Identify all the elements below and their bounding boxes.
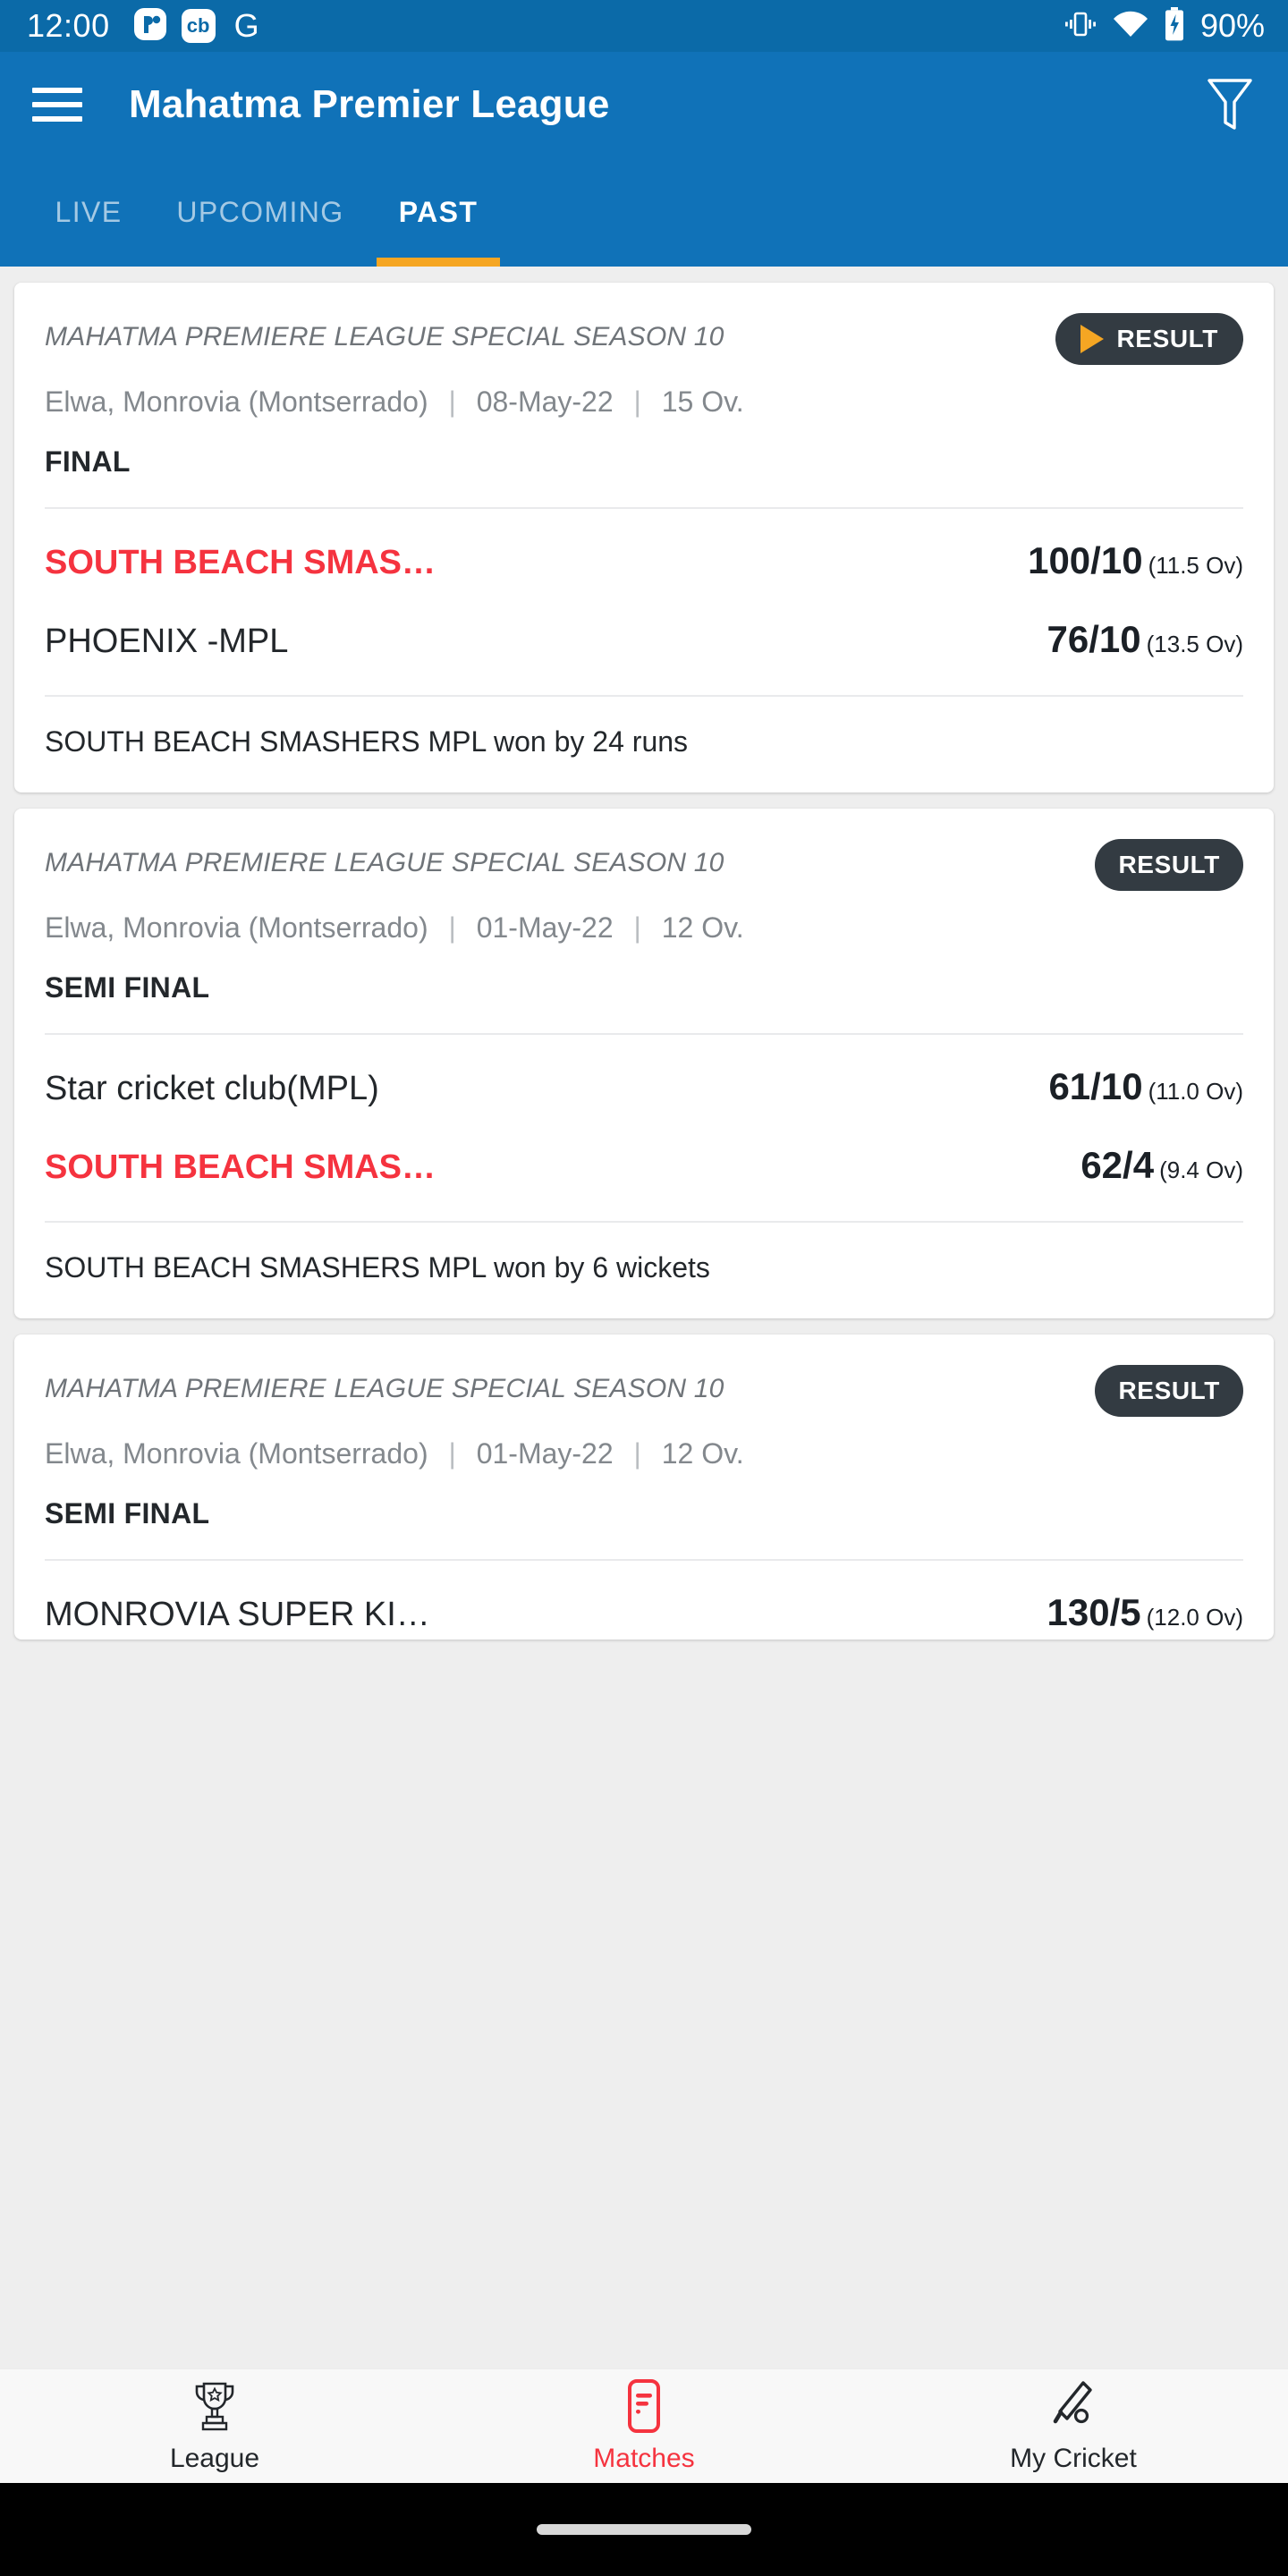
vibrate-icon [1063, 7, 1098, 46]
team-score: 76/10 [1046, 618, 1141, 660]
team-name: SOUTH BEACH SMAS… [45, 544, 436, 581]
team-row: SOUTH BEACH SMAS… 62/4 (9.4 Ov) [45, 1114, 1243, 1192]
match-stage: FINAL [45, 445, 131, 478]
team-row: PHOENIX -MPL 76/10 (13.5 Ov) [45, 588, 1243, 666]
venue-name: Elwa, Monrovia (Montserrado) [45, 1437, 428, 1470]
team-name: PHOENIX -MPL [45, 623, 289, 660]
status-bar: 12:00 cb G 90% [0, 0, 1288, 52]
team-overs: (11.5 Ov) [1148, 552, 1243, 579]
match-meta: Elwa, Monrovia (Montserrado) | 01-May-22… [45, 1433, 1011, 1474]
meta-separator: | [448, 911, 456, 944]
match-result-text: SOUTH BEACH SMASHERS MPL won by 6 wicket… [45, 1251, 710, 1284]
match-meta: Elwa, Monrovia (Montserrado) | 01-May-22… [45, 907, 1011, 948]
team-score: 61/10 [1048, 1065, 1143, 1107]
match-stage: SEMI FINAL [45, 1497, 210, 1530]
bottom-navigation: League Matches My Cricket [0, 2368, 1288, 2483]
team-name: Star cricket club(MPL) [45, 1070, 379, 1107]
hamburger-line [32, 102, 82, 107]
meta-separator: | [633, 1437, 641, 1470]
match-card-header: MAHATMA PREMIERE LEAGUE SPECIAL SEASON 1… [45, 809, 1243, 1004]
match-list[interactable]: MAHATMA PREMIERE LEAGUE SPECIAL SEASON 1… [0, 267, 1288, 2368]
tab-upcoming[interactable]: UPCOMING [143, 157, 377, 267]
nav-label-league: League [169, 2444, 260, 2473]
trophy-icon [185, 2378, 244, 2438]
league-name: MAHATMA PREMIERE LEAGUE SPECIAL SEASON 1… [45, 322, 724, 352]
battery-percent: 90% [1199, 7, 1265, 44]
match-state-tabs: LIVE UPCOMING PAST [0, 157, 1288, 267]
cricket-app-icon [133, 7, 167, 46]
play-icon [1080, 325, 1105, 353]
team-row: SOUTH BEACH SMAS… 100/10 (11.5 Ov) [45, 509, 1243, 588]
league-row: MAHATMA PREMIERE LEAGUE SPECIAL SEASON 1… [45, 1365, 1243, 1417]
match-card[interactable]: MAHATMA PREMIERE LEAGUE SPECIAL SEASON 1… [14, 1335, 1274, 1640]
home-gesture-pill[interactable] [537, 2524, 751, 2535]
status-clock: 12:00 [27, 7, 110, 44]
cricbuzz-icon: cb [181, 9, 216, 43]
hamburger-line [32, 88, 82, 93]
match-card-header: MAHATMA PREMIERE LEAGUE SPECIAL SEASON 1… [45, 1335, 1243, 1530]
nav-item-matches[interactable]: Matches [429, 2378, 859, 2474]
team-row: Star cricket club(MPL) 61/10 (11.0 Ov) [45, 1035, 1243, 1114]
status-badge[interactable]: RESULT [1095, 839, 1243, 891]
team-score: 100/10 [1028, 539, 1143, 581]
hamburger-menu-icon[interactable] [32, 88, 82, 122]
app-bar: Mahatma Premier League [0, 52, 1288, 157]
meta-separator: | [448, 1437, 456, 1470]
team-score: 130/5 [1046, 1591, 1141, 1633]
team-overs: (9.4 Ov) [1159, 1157, 1243, 1183]
league-row: MAHATMA PREMIERE LEAGUE SPECIAL SEASON 1… [45, 313, 1243, 365]
match-overs: 12 Ov. [661, 1437, 744, 1470]
team-row: MONROVIA SUPER KI… 130/5 (12.0 Ov) [45, 1561, 1243, 1640]
team-score: 62/4 [1080, 1144, 1155, 1186]
match-card[interactable]: MAHATMA PREMIERE LEAGUE SPECIAL SEASON 1… [14, 283, 1274, 792]
meta-separator: | [448, 386, 456, 418]
match-date: 01-May-22 [476, 1437, 614, 1470]
match-result-text: SOUTH BEACH SMASHERS MPL won by 24 runs [45, 725, 689, 758]
team-overs: (12.0 Ov) [1146, 1604, 1243, 1631]
status-badge-label: RESULT [1116, 325, 1218, 352]
team-overs: (11.0 Ov) [1148, 1078, 1243, 1105]
meta-separator: | [633, 386, 641, 418]
nav-label-my-cricket: My Cricket [1010, 2444, 1137, 2473]
status-badge[interactable]: RESULT [1055, 313, 1243, 365]
match-card-header: MAHATMA PREMIERE LEAGUE SPECIAL SEASON 1… [45, 283, 1243, 479]
league-row: MAHATMA PREMIERE LEAGUE SPECIAL SEASON 1… [45, 839, 1243, 891]
cricket-bat-ball-icon [1044, 2378, 1103, 2438]
status-badge-label: RESULT [1118, 851, 1220, 878]
match-overs: 12 Ov. [661, 911, 744, 944]
filter-funnel-icon[interactable] [1199, 73, 1261, 136]
status-notification-icons: cb G [133, 7, 264, 46]
team-overs: (13.5 Ov) [1146, 631, 1243, 657]
nav-label-matches: Matches [593, 2444, 695, 2473]
google-icon: G [233, 7, 259, 44]
league-name: MAHATMA PREMIERE LEAGUE SPECIAL SEASON 1… [45, 1374, 724, 1403]
match-meta: Elwa, Monrovia (Montserrado) | 08-May-22… [45, 381, 1011, 422]
tab-live[interactable]: LIVE [34, 157, 143, 267]
team-name: MONROVIA SUPER KI… [45, 1596, 430, 1633]
status-badge-label: RESULT [1118, 1377, 1220, 1404]
match-list-icon [619, 2378, 669, 2438]
hamburger-line [32, 116, 82, 122]
wifi-icon [1111, 7, 1150, 46]
page-title: Mahatma Premier League [129, 82, 610, 126]
status-badge[interactable]: RESULT [1095, 1365, 1243, 1417]
meta-separator: | [633, 911, 641, 944]
match-card[interactable]: MAHATMA PREMIERE LEAGUE SPECIAL SEASON 1… [14, 809, 1274, 1318]
nav-item-league[interactable]: League [0, 2378, 429, 2474]
venue-name: Elwa, Monrovia (Montserrado) [45, 911, 428, 944]
match-date: 01-May-22 [476, 911, 614, 944]
match-stage: SEMI FINAL [45, 971, 210, 1004]
league-name: MAHATMA PREMIERE LEAGUE SPECIAL SEASON 1… [45, 848, 724, 877]
team-name: SOUTH BEACH SMAS… [45, 1148, 436, 1186]
match-overs: 15 Ov. [661, 386, 744, 418]
phone-screen: 12:00 cb G 90% Mahatma Premier League LI… [0, 0, 1288, 2576]
match-date: 08-May-22 [476, 386, 614, 418]
battery-charging-icon [1163, 6, 1186, 47]
system-gesture-bar [0, 2483, 1288, 2576]
tab-past[interactable]: PAST [377, 157, 500, 267]
nav-item-my-cricket[interactable]: My Cricket [859, 2378, 1288, 2474]
status-system-icons: 90% [1063, 6, 1265, 47]
venue-name: Elwa, Monrovia (Montserrado) [45, 386, 428, 418]
